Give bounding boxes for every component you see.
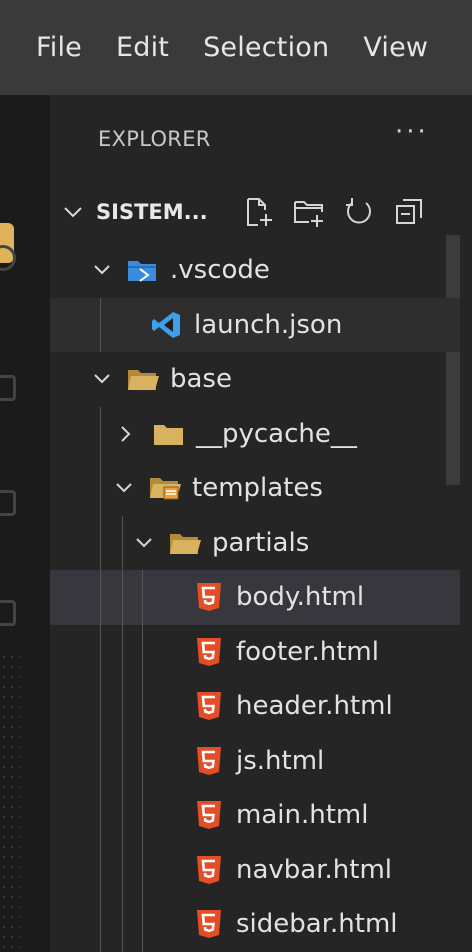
tree-item-label: navbar.html [236,854,393,885]
vscode-folder-icon [126,255,160,285]
indent-guide [100,842,101,897]
html5-icon [192,582,226,612]
indent-guide [122,842,123,897]
indent-guide [122,788,123,843]
new-file-icon[interactable] [240,193,278,231]
indent-guide [122,570,123,625]
tree-row-main-html[interactable]: main.html [50,788,460,843]
templates-folder-icon [148,473,182,503]
indent-guide [100,461,101,516]
menubar: File Edit Selection View [0,0,472,95]
indent-guide [122,897,123,952]
tree-row-header-html[interactable]: header.html [50,679,460,734]
indent-guide [142,842,143,897]
indent-guide [122,515,123,570]
tree-row-body-html[interactable]: body.html [50,570,460,625]
indent-guide [122,624,123,679]
html5-icon [192,637,226,667]
indent-guide [100,406,101,461]
tree-item-label: footer.html [236,636,379,667]
section-actions [240,187,428,237]
indent-guide [122,679,123,734]
folder-open-icon [126,364,160,394]
indent-guide [100,570,101,625]
html5-icon [192,746,226,776]
debug-activity-icon[interactable] [0,490,16,516]
chevron-down-icon[interactable] [112,476,136,500]
tree-row-navbar-html[interactable]: navbar.html [50,842,460,897]
folder-open-icon [168,528,202,558]
vscode-window: File Edit Selection View EXPLORER ··· SI… [0,0,472,952]
vscode-logo-icon [150,310,184,340]
tree-item-label: sidebar.html [236,909,398,940]
extensions-activity-icon[interactable] [0,600,16,626]
explorer-sidebar: EXPLORER ··· SISTEM... .vscode launch.js… [50,95,472,952]
tree-item-label: js.html [236,745,325,776]
indent-guide [100,297,101,352]
html5-icon [192,855,226,885]
chevron-down-icon[interactable] [132,531,156,555]
activity-bar [0,95,50,952]
more-actions-button[interactable]: ··· [395,117,429,147]
file-tree: .vscode launch.json base __pycache__ tem… [50,243,460,952]
html5-icon [192,800,226,830]
workspace-title[interactable]: SISTEM... [96,200,208,224]
workspace-section-header[interactable]: SISTEM... [60,187,460,237]
tree-item-label: body.html [236,582,365,613]
collapse-all-icon[interactable] [390,193,428,231]
tree-item-label: main.html [236,800,369,831]
indent-guide [142,733,143,788]
indent-guide [100,788,101,843]
indent-guide [142,624,143,679]
html5-icon [192,909,226,939]
chevron-right-icon[interactable] [114,422,138,446]
explorer-title: EXPLORER [98,127,211,151]
tree-row-partials-folder[interactable]: partials [50,515,460,570]
tree-row-templates-folder[interactable]: templates [50,461,460,516]
indent-guide [142,897,143,952]
tree-item-label: templates [192,473,323,504]
new-folder-icon[interactable] [290,193,328,231]
indent-guide [100,624,101,679]
tree-row-base-folder[interactable]: base [50,352,460,407]
folder-icon [152,419,186,449]
tree-row-sidebar-html[interactable]: sidebar.html [50,897,460,952]
menu-selection[interactable]: Selection [203,32,329,63]
menu-file[interactable]: File [36,32,82,63]
tree-item-label: __pycache__ [196,418,357,449]
chevron-down-icon[interactable] [60,199,86,225]
menu-view[interactable]: View [363,32,428,63]
indent-guide [142,679,143,734]
refresh-icon[interactable] [340,193,378,231]
indent-guide [142,570,143,625]
indent-guide [122,733,123,788]
source-control-activity-icon[interactable] [0,375,16,401]
tree-item-label: launch.json [194,309,343,340]
tree-row-vscode-folder[interactable]: .vscode [50,243,460,298]
tree-row-js-html[interactable]: js.html [50,733,460,788]
indent-guide [100,679,101,734]
tree-row-footer-html[interactable]: footer.html [50,624,460,679]
tree-row-launch-json[interactable]: launch.json [50,297,460,352]
indent-guide [100,515,101,570]
chevron-down-icon[interactable] [90,258,114,282]
activity-bar-texture [0,652,20,952]
tree-item-label: partials [212,527,310,558]
tree-item-label: header.html [236,691,393,722]
indent-guide [142,788,143,843]
tree-item-label: base [170,364,232,395]
tree-item-label: .vscode [170,255,270,286]
menu-edit[interactable]: Edit [116,32,169,63]
chevron-down-icon[interactable] [90,367,114,391]
tree-row-pycache-folder[interactable]: __pycache__ [50,406,460,461]
html5-icon [192,691,226,721]
indent-guide [100,897,101,952]
indent-guide [100,733,101,788]
